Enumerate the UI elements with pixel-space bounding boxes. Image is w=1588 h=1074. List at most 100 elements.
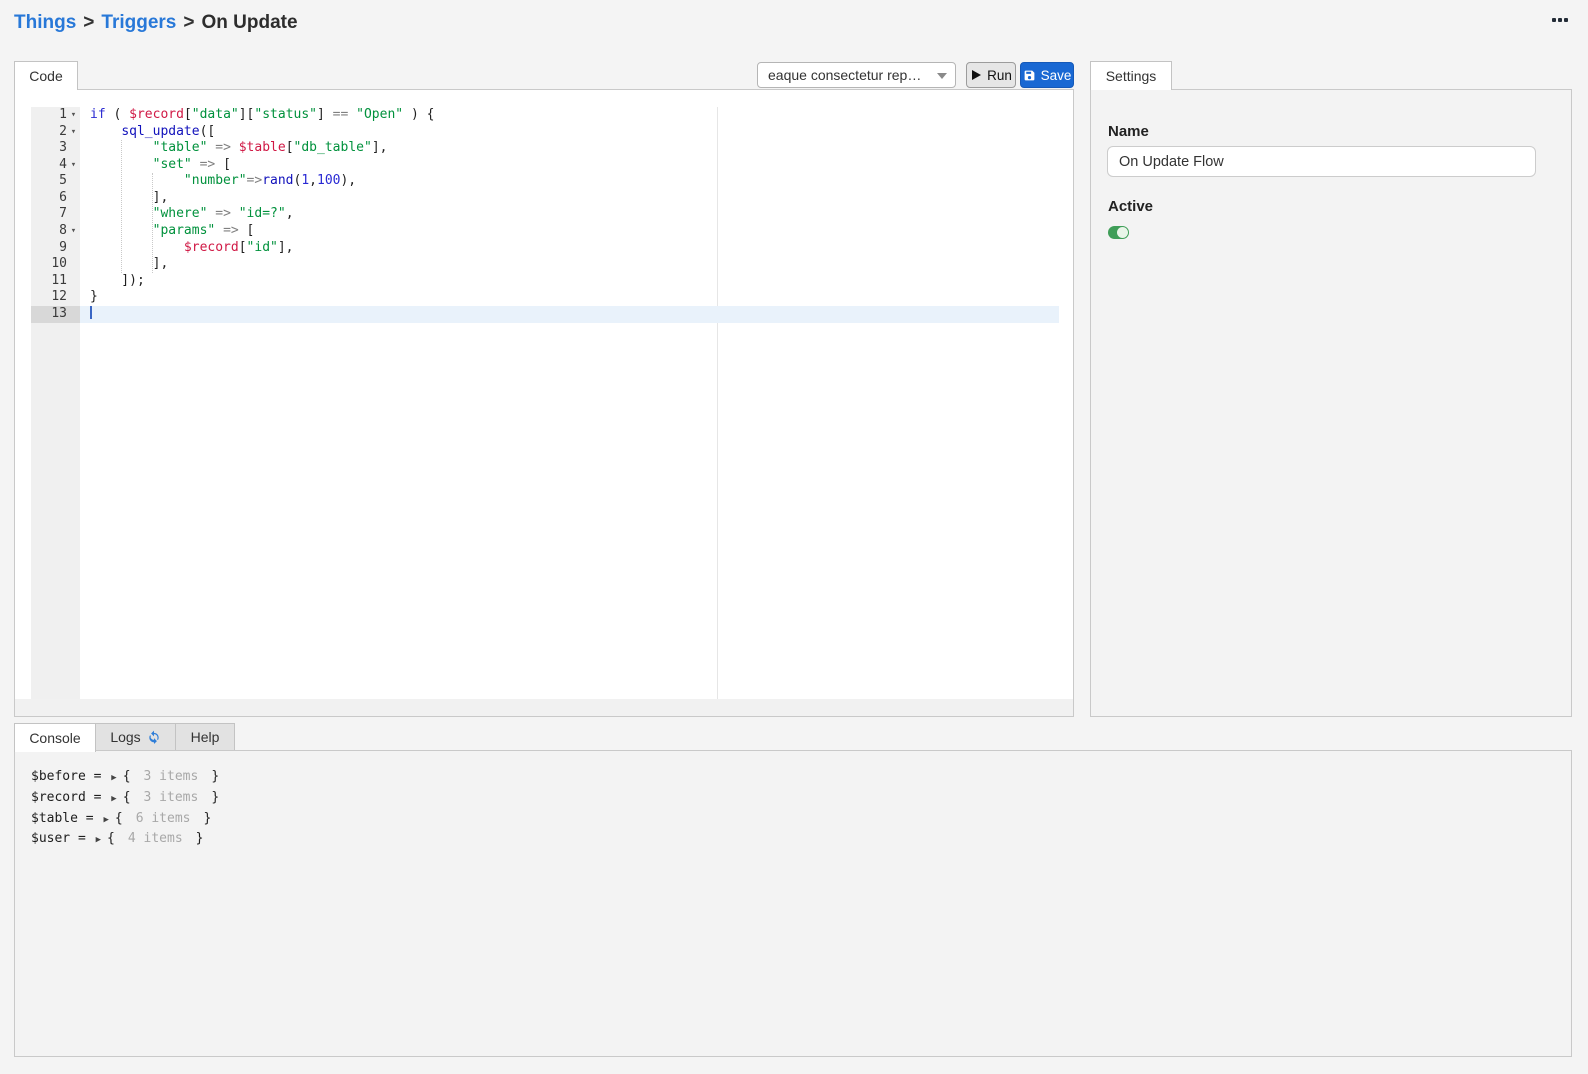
editor-content[interactable]: if ( $record["data"]["status"] == "Open"… <box>80 107 1059 699</box>
console-variable-row: $table = ▶ {6 items} <box>31 809 219 830</box>
tab-console[interactable]: Console <box>14 723 96 752</box>
fold-toggle-icon[interactable]: ▾ <box>68 223 79 240</box>
console-equals: = <box>86 790 109 805</box>
expand-arrow-icon[interactable]: ▶ <box>111 773 116 783</box>
active-field-label: Active <box>1108 198 1153 215</box>
breadcrumb-separator: > <box>176 12 201 33</box>
trigger-name-input[interactable] <box>1107 146 1536 177</box>
trigger-action-select[interactable]: eaque consectetur rep… <box>757 62 956 88</box>
tab-code-label: Code <box>29 68 62 84</box>
save-button[interactable]: Save <box>1020 62 1074 88</box>
page: { "breadcrumb": { "things": "Things", "t… <box>0 0 1588 1074</box>
code-panel: 1▾2▾34▾5678▾910111213 if ( $record["data… <box>14 89 1074 717</box>
tab-help-label: Help <box>191 729 220 745</box>
tab-logs-label: Logs <box>110 729 140 745</box>
console-output: $before = ▶ {3 items} $record = ▶ {3 items}… <box>31 767 219 850</box>
console-variable-name: $record <box>31 790 86 805</box>
play-icon <box>970 69 982 81</box>
console-brace-open: { <box>123 769 131 784</box>
console-equals: = <box>78 811 101 826</box>
horizontal-scrollbar[interactable] <box>15 699 1073 716</box>
expand-arrow-icon[interactable]: ▶ <box>96 835 101 845</box>
tab-help[interactable]: Help <box>175 723 235 751</box>
trigger-action-select-value: eaque consectetur rep… <box>768 67 921 83</box>
console-item-count: 3 items <box>144 790 199 805</box>
gutter-line-number: 1▾ <box>31 107 80 124</box>
console-variable-name: $before <box>31 769 86 784</box>
gutter-line-number: 10 <box>31 256 80 273</box>
console-brace-close: } <box>211 769 219 784</box>
gutter-line-number: 5 <box>31 173 80 190</box>
console-item-count: 4 items <box>128 831 183 846</box>
run-button[interactable]: Run <box>966 62 1016 88</box>
active-toggle[interactable] <box>1108 226 1129 239</box>
breadcrumb: Things>Triggers>On Update <box>14 12 298 34</box>
code-line[interactable]: "number"=>rand(1,100), <box>80 173 1059 190</box>
code-line[interactable]: $record["id"], <box>80 240 1059 257</box>
breadcrumb-link-triggers[interactable]: Triggers <box>101 12 176 33</box>
gutter-line-number: 6 <box>31 190 80 207</box>
gutter-line-number: 7 <box>31 206 80 223</box>
tab-settings-label: Settings <box>1106 68 1157 84</box>
run-button-label: Run <box>987 68 1012 83</box>
active-toggle-knob <box>1117 227 1128 238</box>
console-variable-row: $record = ▶ {3 items} <box>31 788 219 809</box>
editor-gutter: 1▾2▾34▾5678▾910111213 <box>31 107 80 699</box>
gutter-line-number: 3 <box>31 140 80 157</box>
breadcrumb-separator: > <box>76 12 101 33</box>
name-field-label: Name <box>1108 123 1149 140</box>
code-line[interactable]: ]); <box>80 273 1059 290</box>
console-brace-open: { <box>123 790 131 805</box>
settings-panel: Name Active <box>1090 89 1572 717</box>
console-brace-close: } <box>211 790 219 805</box>
code-line[interactable] <box>80 306 1059 323</box>
console-variable-row: $user = ▶ {4 items} <box>31 829 219 850</box>
expand-arrow-icon[interactable]: ▶ <box>103 815 108 825</box>
save-floppy-icon <box>1023 69 1036 82</box>
code-line[interactable]: ], <box>80 190 1059 207</box>
gutter-line-number: 8▾ <box>31 223 80 240</box>
console-equals: = <box>86 769 109 784</box>
gutter-line-number: 12 <box>31 289 80 306</box>
console-variable-name: $table <box>31 811 78 826</box>
breadcrumb-link-things[interactable]: Things <box>14 12 76 33</box>
fold-toggle-icon[interactable]: ▾ <box>68 124 79 141</box>
page-title: On Update <box>201 12 297 33</box>
code-line[interactable]: "set" => [ <box>80 157 1059 174</box>
console-variable-name: $user <box>31 831 70 846</box>
gutter-line-number: 13 <box>31 306 80 323</box>
code-line[interactable]: } <box>80 289 1059 306</box>
gutter-line-number: 4▾ <box>31 157 80 174</box>
chevron-down-icon <box>937 73 947 79</box>
expand-arrow-icon[interactable]: ▶ <box>111 794 116 804</box>
gutter-line-number: 2▾ <box>31 124 80 141</box>
fold-toggle-icon[interactable]: ▾ <box>68 107 79 124</box>
console-equals: = <box>70 831 93 846</box>
gutter-line-number: 11 <box>31 273 80 290</box>
refresh-icon[interactable] <box>147 730 161 744</box>
gutter-line-number: 9 <box>31 240 80 257</box>
tab-logs[interactable]: Logs <box>95 723 176 751</box>
code-line[interactable]: "table" => $table["db_table"], <box>80 140 1059 157</box>
console-brace-open: { <box>115 811 123 826</box>
tab-code[interactable]: Code <box>14 61 78 90</box>
overflow-menu-icon[interactable] <box>1549 15 1571 25</box>
tab-settings[interactable]: Settings <box>1090 61 1172 90</box>
console-panel: $before = ▶ {3 items} $record = ▶ {3 items}… <box>14 750 1572 1057</box>
code-line[interactable]: sql_update([ <box>80 124 1059 141</box>
console-item-count: 3 items <box>144 769 199 784</box>
console-item-count: 6 items <box>136 811 191 826</box>
console-variable-row: $before = ▶ {3 items} <box>31 767 219 788</box>
code-line[interactable]: if ( $record["data"]["status"] == "Open"… <box>80 107 1059 124</box>
console-brace-close: } <box>196 831 204 846</box>
console-brace-close: } <box>204 811 212 826</box>
code-editor[interactable]: 1▾2▾34▾5678▾910111213 if ( $record["data… <box>31 107 1059 699</box>
save-button-label: Save <box>1041 68 1072 83</box>
tab-console-label: Console <box>29 730 80 746</box>
text-cursor <box>90 306 92 319</box>
code-line[interactable]: ], <box>80 256 1059 273</box>
code-line[interactable]: "params" => [ <box>80 223 1059 240</box>
code-line[interactable]: "where" => "id=?", <box>80 206 1059 223</box>
console-brace-open: { <box>107 831 115 846</box>
fold-toggle-icon[interactable]: ▾ <box>68 157 79 174</box>
